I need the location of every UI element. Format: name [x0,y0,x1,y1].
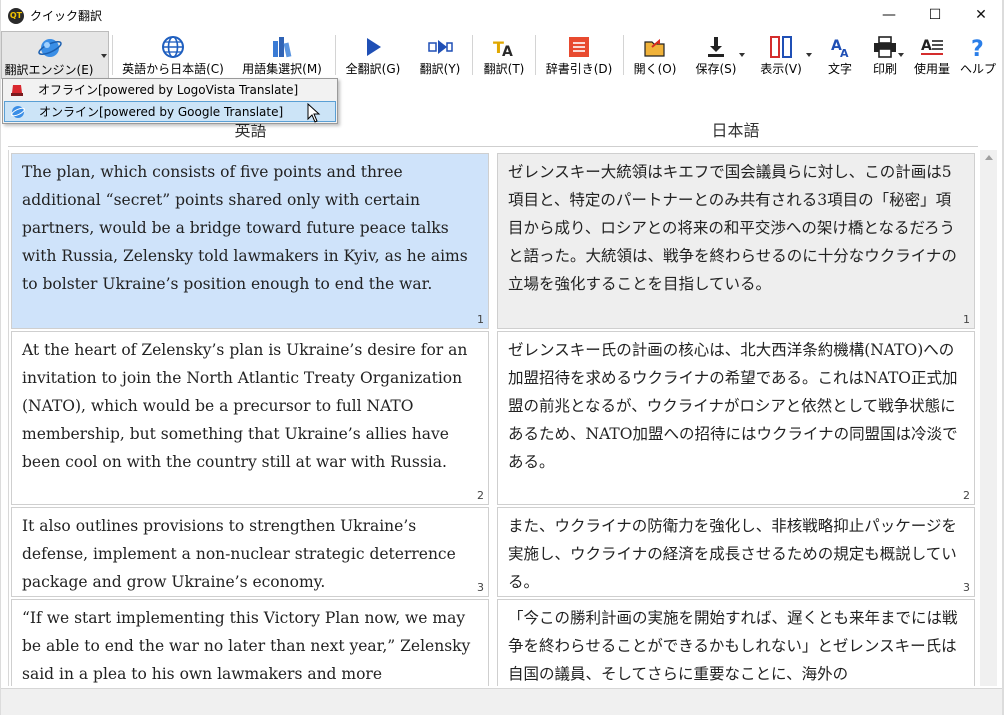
printer-icon [874,36,896,58]
language-direction-button[interactable]: 英語から日本語(C) [115,31,231,79]
dictionary-lookup-label: 辞書引き(D) [545,62,613,76]
save-dropdown-arrow-icon[interactable] [739,53,745,57]
view-label: 表示(V) [760,62,802,76]
globe-icon [162,36,184,58]
translate-label: 翻訳(Y) [419,62,461,76]
language-direction-label: 英語から日本語(C) [122,62,224,76]
svg-text:A: A [840,47,849,59]
source-text: It also outlines provisions to strengthe… [22,517,456,591]
target-text: また、ウクライナの防衛力を強化し、非核戦略抑止パッケージを実施し、ウクライナの経… [508,517,957,591]
minimize-button[interactable]: — [866,0,912,31]
save-button[interactable]: 保存(S) [686,31,746,79]
dictionary-icon [569,37,589,57]
translate-all-button[interactable]: 全翻訳(G) [339,31,407,79]
usage-icon: A [921,38,943,55]
target-cell-3[interactable]: また、ウクライナの防衛力を強化し、非核戦略抑止パッケージを実施し、ウクライナの経… [497,507,975,597]
source-text: At the heart of Zelensky’s plan is Ukrai… [22,341,468,471]
translate-all-label: 全翻訳(G) [345,62,401,76]
app-logo-icon: QT [8,8,24,24]
close-button[interactable]: ✕ [958,0,1004,31]
translate-t-label: 翻訳(T) [483,62,525,76]
usage-label: 使用量 [913,62,950,76]
download-icon [708,37,724,57]
toolbar: 翻訳エンジン(E) 英語から日本語(C) 用語集選択(M) 全翻訳(G) 翻訳(… [0,31,1004,79]
globe-swoosh-icon [38,39,62,57]
source-cell-4[interactable]: “If we start implementing this Victory P… [11,599,489,686]
translation-engine-button[interactable]: 翻訳エンジン(E) [1,31,109,79]
source-text: “If we start implementing this Victory P… [22,609,471,683]
print-label: 印刷 [872,62,897,76]
target-text: 「今この勝利計画の実施を開始すれば、遅くとも来年までには戦争を終わらせることがで… [508,609,958,683]
target-cell-2[interactable]: ゼレンスキー氏の計画の核心は、北大西洋条約機構(NATO)への加盟招待を求めるウ… [497,331,975,505]
translation-engine-label: 翻訳エンジン(E) [4,63,94,77]
svg-text:A: A [921,38,932,54]
translate-button[interactable]: 翻訳(Y) [410,31,470,79]
target-cell-4[interactable]: 「今この勝利計画の実施を開始すれば、遅くとも来年までには戦争を終わらせることがで… [497,599,975,686]
translation-grid: The plan, which consists of five points … [8,150,978,686]
split-view-icon [770,36,792,58]
menu-item-label: オンライン[powered by Google Translate] [39,105,284,119]
help-button[interactable]: ? ヘルプ [956,31,1000,79]
open-label: 開く(O) [633,62,677,76]
row-number: 2 [963,489,970,502]
dictionary-lookup-button[interactable]: 辞書引き(D) [539,31,619,79]
online-engine-icon [11,106,25,118]
font-aa-icon: A A [831,38,849,59]
step-translate-icon [428,40,453,54]
source-cell-3[interactable]: It also outlines provisions to strengthe… [11,507,489,597]
vertical-scrollbar[interactable] [980,150,997,686]
source-cell-2[interactable]: At the heart of Zelensky’s plan is Ukrai… [11,331,489,505]
target-cell-1[interactable]: ゼレンスキー大統領はキエフで国会議員らに対し、この計画は5項目と、特定のパートナ… [497,153,975,329]
row-number: 3 [963,581,970,594]
glossary-select-label: 用語集選択(M) [242,62,322,76]
open-folder-icon [644,38,665,57]
svg-text:?: ? [971,37,984,59]
glossary-select-button[interactable]: 用語集選択(M) [234,31,330,79]
view-dropdown-arrow-icon[interactable] [806,53,812,57]
font-button[interactable]: A A 文字 [820,31,860,79]
menu-item-label: オフライン[powered by LogoVista Translate] [38,83,299,97]
scroll-up-arrow-icon[interactable] [985,155,993,160]
play-icon [367,38,381,56]
window-title: クイック翻訳 [30,9,103,23]
status-bar [0,688,1004,715]
help-label: ヘルプ [959,62,996,76]
target-column-header: 日本語 [711,121,760,140]
target-text: ゼレンスキー氏の計画の核心は、北大西洋条約機構(NATO)への加盟招待を求めるウ… [508,341,958,471]
source-cell-1[interactable]: The plan, which consists of five points … [11,153,489,329]
engine-dropdown-menu: オフライン[powered by LogoVista Translate] オン… [2,78,338,124]
usage-button[interactable]: A 使用量 [908,31,956,79]
offline-engine-icon [11,85,23,96]
help-question-icon: ? [971,37,984,59]
books-icon [273,37,292,58]
row-number: 3 [477,581,484,594]
engine-dropdown-arrow-icon[interactable] [101,54,107,58]
row-number: 2 [477,489,484,502]
save-label: 保存(S) [695,62,737,76]
target-text: ゼレンスキー大統領はキエフで国会議員らに対し、この計画は5項目と、特定のパートナ… [508,163,957,293]
svg-text:A: A [502,44,513,59]
print-dropdown-arrow-icon[interactable] [898,53,904,57]
open-button[interactable]: 開く(O) [627,31,683,79]
source-text: The plan, which consists of five points … [22,163,468,293]
row-number: 1 [477,313,484,326]
title-bar: QT クイック翻訳 — ☐ ✕ [0,0,1004,31]
row-number: 1 [963,313,970,326]
font-label: 文字 [827,62,852,76]
maximize-button[interactable]: ☐ [912,0,958,31]
ta-icon: T A [493,38,513,59]
print-button[interactable]: 印刷 [862,31,908,79]
menu-item-offline-engine[interactable]: オフライン[powered by LogoVista Translate] [4,80,336,101]
view-button[interactable]: 表示(V) [750,31,812,79]
translate-t-button[interactable]: T A 翻訳(T) [476,31,532,79]
menu-item-online-engine[interactable]: オンライン[powered by Google Translate] [4,101,336,122]
mouse-cursor-icon [307,103,321,123]
